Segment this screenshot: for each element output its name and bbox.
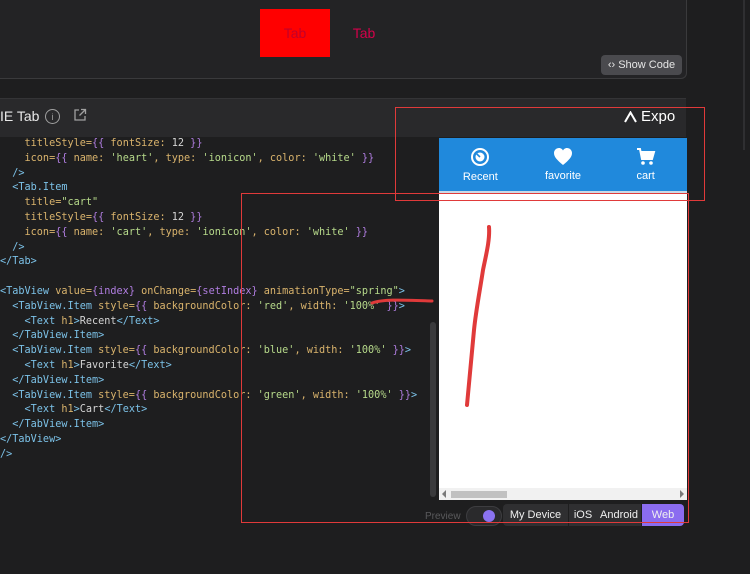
annotation-vertical-stroke bbox=[465, 225, 492, 407]
annotation-strokes bbox=[370, 225, 492, 407]
annotation-arrow-stroke bbox=[370, 298, 434, 305]
